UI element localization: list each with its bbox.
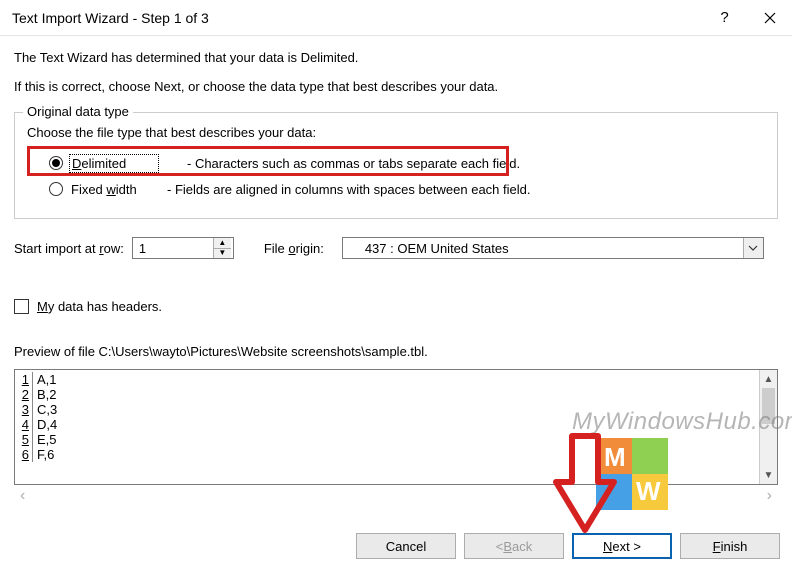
preview-line-text: C,3: [35, 402, 57, 417]
start-row-input[interactable]: [133, 238, 213, 258]
radio-fixed-label: Fixed width: [71, 182, 157, 197]
file-origin-combo[interactable]: 437 : OEM United States: [342, 237, 764, 259]
horizontal-scrollbar[interactable]: ‹ ›: [14, 487, 778, 505]
preview-pane: 1A,12B,23C,34D,45E,56F,6 ▲ ▼: [14, 369, 778, 485]
file-origin-label: File origin:: [264, 241, 324, 256]
file-origin-value: 437 : OEM United States: [343, 241, 743, 256]
preview-line-text: D,4: [35, 417, 57, 432]
finish-button[interactable]: Finish: [680, 533, 780, 559]
spin-up-icon[interactable]: ▲: [214, 238, 231, 248]
preview-line-text: B,2: [35, 387, 57, 402]
radio-fixed-width[interactable]: Fixed width - Fields are aligned in colu…: [27, 176, 765, 202]
close-button[interactable]: [747, 0, 792, 36]
radio-delimited-label: Delimited: [71, 156, 157, 171]
radio-dot-icon: [49, 156, 63, 170]
title-bar: Text Import Wizard - Step 1 of 3 ?: [0, 0, 792, 36]
preview-row: 2B,2: [15, 387, 759, 402]
preview-line-number: 5: [19, 432, 33, 447]
preview-label: Preview of file C:\Users\wayto\Pictures\…: [14, 344, 778, 359]
preview-row: 1A,1: [15, 372, 759, 387]
scroll-down-icon[interactable]: ▼: [760, 466, 777, 484]
preview-line-number: 4: [19, 417, 33, 432]
preview-row: 4D,4: [15, 417, 759, 432]
import-options-row: Start import at row: ▲ ▼ File origin: 43…: [14, 237, 778, 259]
radio-fixed-desc: - Fields are aligned in columns with spa…: [167, 182, 530, 197]
group-legend: Original data type: [23, 104, 133, 119]
next-button[interactable]: Next >: [572, 533, 672, 559]
radio-empty-icon: [49, 182, 63, 196]
spin-down-icon[interactable]: ▼: [214, 248, 231, 259]
help-button[interactable]: ?: [702, 0, 747, 36]
back-button: < Back: [464, 533, 564, 559]
radio-delimited[interactable]: Delimited - Characters such as commas or…: [27, 150, 765, 176]
radio-delimited-desc: - Characters such as commas or tabs sepa…: [187, 156, 520, 171]
intro-text-1: The Text Wizard has determined that your…: [14, 50, 778, 65]
preview-row: 3C,3: [15, 402, 759, 417]
scroll-right-icon[interactable]: ›: [767, 487, 772, 505]
start-row-label: Start import at row:: [14, 241, 124, 256]
vertical-scrollbar[interactable]: ▲ ▼: [759, 370, 777, 484]
scroll-left-icon[interactable]: ‹: [20, 487, 25, 505]
preview-line-text: F,6: [35, 447, 54, 462]
original-data-type-group: Original data type Choose the file type …: [14, 112, 778, 219]
cancel-button[interactable]: Cancel: [356, 533, 456, 559]
preview-row: 5E,5: [15, 432, 759, 447]
start-row-spinner[interactable]: ▲ ▼: [132, 237, 234, 259]
preview-row: 6F,6: [15, 447, 759, 462]
scroll-thumb[interactable]: [762, 388, 775, 424]
button-bar: Cancel < Back Next > Finish: [356, 533, 780, 559]
chevron-down-icon[interactable]: [743, 238, 763, 258]
preview-line-number: 3: [19, 402, 33, 417]
checkbox-icon: [14, 299, 29, 314]
group-prompt: Choose the file type that best describes…: [27, 125, 765, 140]
my-data-has-headers[interactable]: My data has headers.: [14, 299, 778, 314]
intro-text-2: If this is correct, choose Next, or choo…: [14, 79, 778, 94]
close-icon: [764, 12, 776, 24]
preview-line-text: A,1: [35, 372, 57, 387]
scroll-up-icon[interactable]: ▲: [760, 370, 777, 388]
window-title: Text Import Wizard - Step 1 of 3: [12, 10, 702, 26]
preview-line-number: 1: [19, 372, 33, 387]
preview-line-text: E,5: [35, 432, 57, 447]
preview-line-number: 6: [19, 447, 33, 462]
preview-line-number: 2: [19, 387, 33, 402]
headers-checkbox-label: My data has headers.: [37, 299, 162, 314]
